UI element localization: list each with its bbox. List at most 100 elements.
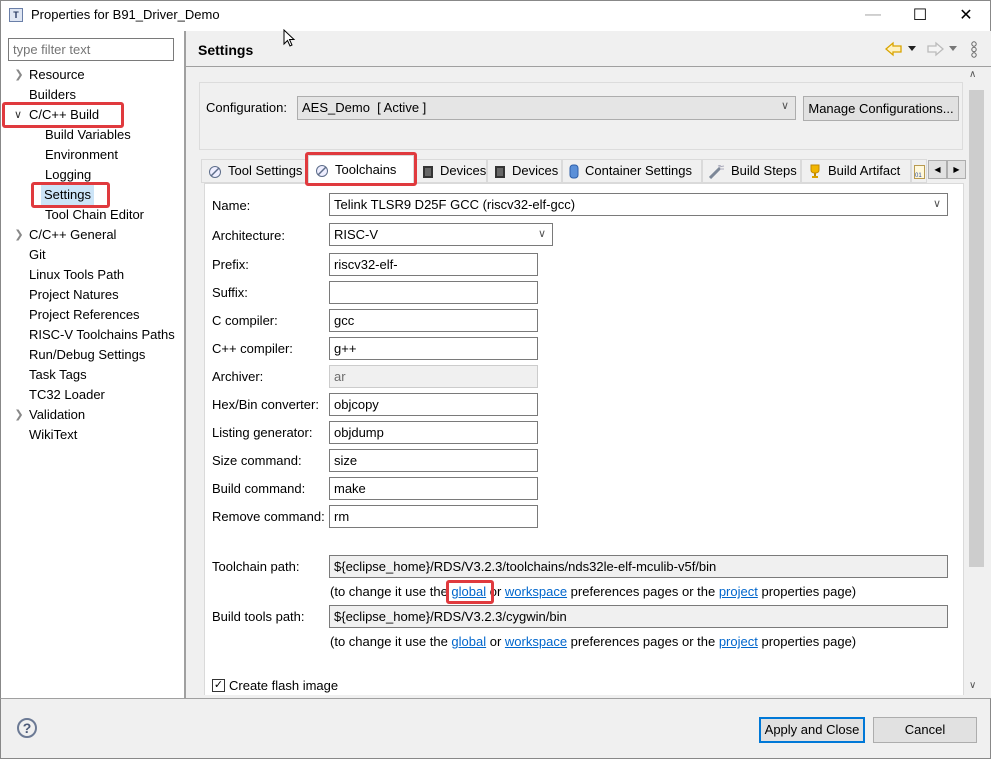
tab-label: Build Artifact: [828, 163, 901, 178]
note-text: (to change it use the: [330, 634, 452, 649]
name-select[interactable]: Telink TLSR9 D25F GCC (riscv32-elf-gcc) …: [329, 193, 948, 216]
hex-bin-converter-input[interactable]: objcopy: [329, 393, 538, 416]
chevron-down-icon: ∨: [780, 100, 789, 112]
back-arrow-icon[interactable]: [885, 41, 903, 57]
view-menu-icon[interactable]: [970, 41, 978, 58]
scrollbar-thumb[interactable]: [969, 90, 984, 567]
tree-item-project-natures[interactable]: Project Natures: [29, 285, 119, 305]
prefix-input[interactable]: riscv32-elf-: [329, 253, 538, 276]
suffix-input[interactable]: [329, 281, 538, 304]
tree-item-cc-general[interactable]: C/C++ General: [29, 225, 116, 245]
mouse-cursor-icon: [283, 29, 296, 47]
highlight-cc-build: [2, 102, 124, 128]
note-text: (to change it use the: [330, 584, 452, 599]
configuration-select[interactable]: AES_Demo [ Active ] ∨: [297, 96, 796, 120]
maximize-button[interactable]: ☐: [897, 0, 943, 30]
tree-item-task-tags[interactable]: Task Tags: [29, 365, 87, 385]
build-command-input[interactable]: make: [329, 477, 538, 500]
note-text: preferences pages or the: [567, 634, 719, 649]
note-text: or: [486, 634, 505, 649]
toolchain-path-note: (to change it use the global or workspac…: [330, 584, 856, 599]
tree-item-git[interactable]: Git: [29, 245, 46, 265]
architecture-select[interactable]: RISC-V ∨: [329, 223, 553, 246]
build-tools-path-note: (to change it use the global or workspac…: [330, 634, 856, 649]
help-icon[interactable]: ?: [17, 718, 37, 738]
tree-item-riscv-toolchains-paths[interactable]: RISC-V Toolchains Paths: [29, 325, 175, 345]
note-text: preferences pages or the: [567, 584, 719, 599]
remove-command-label: Remove command:: [212, 509, 325, 524]
hex-bin-converter-label: Hex/Bin converter:: [212, 397, 319, 412]
tab-label: Tool Settings: [228, 163, 303, 178]
tab-scroll-left-button[interactable]: ◀: [928, 160, 947, 179]
back-menu-icon[interactable]: [908, 46, 917, 52]
project-link[interactable]: project: [719, 584, 758, 599]
tab-label: Devices: [440, 163, 487, 178]
scroll-down-icon[interactable]: ∨: [969, 680, 976, 691]
remove-command-input[interactable]: rm: [329, 505, 538, 528]
chevron-right-icon[interactable]: ❯: [13, 228, 25, 241]
tab-label: Container Settings: [585, 163, 692, 178]
tree-item-run-debug-settings[interactable]: Run/Debug Settings: [29, 345, 145, 365]
tree-item-wikitext[interactable]: WikiText: [29, 425, 77, 445]
create-flash-image-checkbox[interactable]: ✓: [212, 679, 225, 692]
toolchain-path-label: Toolchain path:: [212, 559, 300, 574]
chevron-right-icon[interactable]: ❯: [13, 408, 25, 421]
project-link[interactable]: project: [719, 634, 758, 649]
trophy-icon: [810, 164, 820, 179]
c-compiler-input[interactable]: gcc: [329, 309, 538, 332]
tree-item-validation[interactable]: Validation: [29, 405, 85, 425]
tree-item-tc32-loader[interactable]: TC32 Loader: [29, 385, 105, 405]
filter-input[interactable]: [8, 38, 174, 61]
workspace-link[interactable]: workspace: [505, 634, 567, 649]
tab-label: Build Steps: [731, 163, 797, 178]
note-text: properties page): [757, 634, 857, 649]
configuration-label: Configuration:: [206, 100, 287, 115]
build-tools-path-field[interactable]: ${eclipse_home}/RDS/V3.2.3/cygwin/bin: [329, 605, 948, 628]
tab-container-settings[interactable]: Container Settings: [562, 159, 702, 183]
size-command-input[interactable]: size: [329, 449, 538, 472]
cpp-compiler-input[interactable]: g++: [329, 337, 538, 360]
architecture-value: RISC-V: [334, 227, 379, 242]
chevron-down-icon: ∨: [537, 228, 546, 240]
size-command-label: Size command:: [212, 453, 302, 468]
chevron-down-icon: ∨: [932, 198, 941, 210]
tree-item-linux-tools-path[interactable]: Linux Tools Path: [29, 265, 124, 285]
app-icon: T: [9, 8, 23, 22]
tab-build-steps[interactable]: Build Steps: [702, 159, 801, 183]
tab-tool-settings[interactable]: Tool Settings: [201, 159, 307, 183]
chevron-right-icon[interactable]: ❯: [13, 68, 25, 81]
close-button[interactable]: ✕: [943, 0, 989, 30]
archiver-label: Archiver:: [212, 369, 264, 384]
listing-generator-input[interactable]: objdump: [329, 421, 538, 444]
global-link[interactable]: global: [451, 634, 486, 649]
tree-item-project-references[interactable]: Project References: [29, 305, 140, 325]
name-label: Name:: [212, 198, 251, 213]
tree-item-build-variables[interactable]: Build Variables: [45, 125, 131, 145]
cancel-button[interactable]: Cancel: [873, 717, 977, 743]
apply-and-close-button[interactable]: Apply and Close: [759, 717, 865, 743]
tab-binary-overflow[interactable]: 01: [911, 159, 927, 183]
tree-item-tool-chain-editor[interactable]: Tool Chain Editor: [45, 205, 144, 225]
forward-arrow-icon[interactable]: [926, 41, 944, 57]
binary-file-icon: 01: [914, 164, 925, 179]
minimize-button[interactable]: —: [850, 0, 896, 30]
forward-menu-icon[interactable]: [949, 46, 958, 52]
tree-item-resource[interactable]: Resource: [29, 65, 85, 85]
tab-devices-2[interactable]: Devices: [487, 159, 562, 183]
highlight-toolchains-tab: [305, 152, 417, 186]
build-steps-icon: [709, 164, 725, 179]
build-tools-path-label: Build tools path:: [212, 609, 305, 624]
window-title: Properties for B91_Driver_Demo: [31, 7, 220, 22]
tab-build-artifact[interactable]: Build Artifact: [801, 159, 911, 183]
configuration-value: AES_Demo [ Active ]: [302, 100, 427, 115]
manage-configurations-button[interactable]: Manage Configurations...: [803, 96, 959, 121]
tool-settings-icon: [209, 165, 221, 178]
scroll-up-icon[interactable]: ∧: [969, 69, 976, 80]
prefix-label: Prefix:: [212, 257, 249, 272]
toolchain-path-field[interactable]: ${eclipse_home}/RDS/V3.2.3/toolchains/nd…: [329, 555, 948, 578]
tab-devices-1[interactable]: Devices: [415, 159, 487, 183]
tab-scroll-right-button[interactable]: ▶: [947, 160, 966, 179]
name-value: Telink TLSR9 D25F GCC (riscv32-elf-gcc): [334, 197, 576, 212]
tree-item-environment[interactable]: Environment: [45, 145, 118, 165]
workspace-link[interactable]: workspace: [505, 584, 567, 599]
